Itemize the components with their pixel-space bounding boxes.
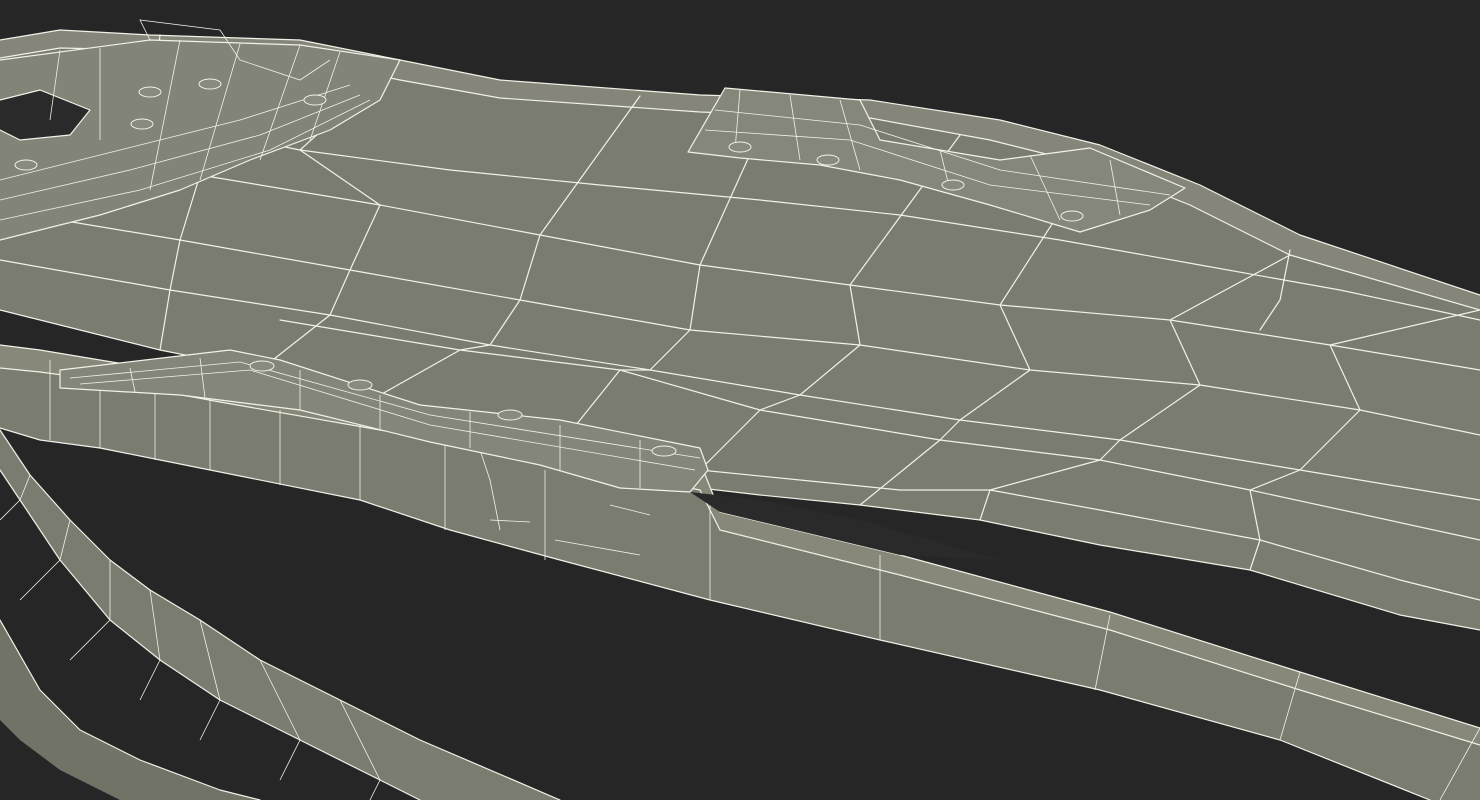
bolt-icon: [1060, 210, 1084, 222]
bolt-icon: [497, 409, 523, 421]
bolt-icon: [249, 360, 275, 372]
bolt-icon: [303, 94, 327, 106]
bolt-icon: [816, 154, 840, 166]
bolt-icon: [941, 179, 965, 191]
viewport: [0, 0, 1480, 800]
bolt-icon: [728, 141, 752, 153]
bolt-icon: [651, 445, 677, 457]
bolt-icon: [130, 118, 154, 130]
wireframe-mesh: [0, 19, 1480, 800]
bolt-icon: [347, 379, 373, 391]
bolt-icon: [138, 86, 162, 98]
bolt-icon: [198, 78, 222, 90]
bolt-icon: [14, 159, 38, 171]
